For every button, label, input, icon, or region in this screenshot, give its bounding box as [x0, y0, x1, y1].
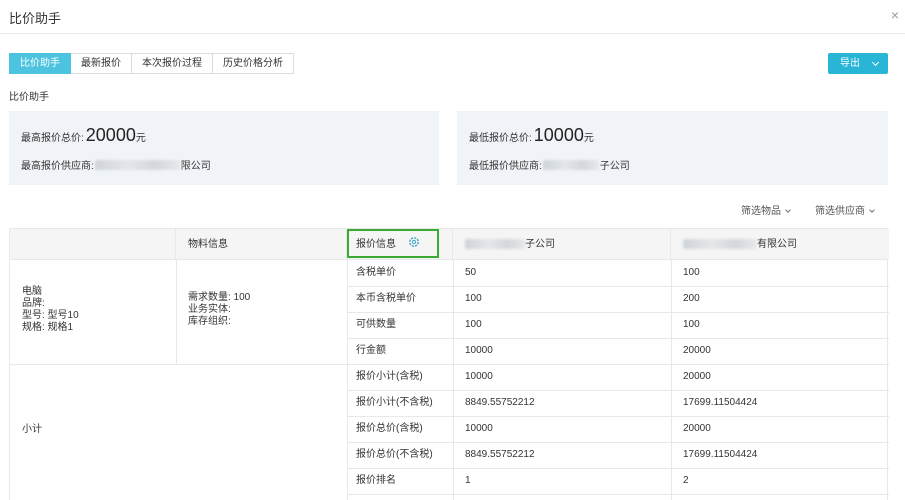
item-name: 电脑	[22, 286, 42, 297]
filter-supplier-label: 筛选供应商	[815, 206, 865, 217]
supplier-b-value: 20000	[683, 423, 711, 434]
redacted-supplier-name	[542, 159, 599, 170]
header-supplier-a: 子公司	[453, 229, 671, 260]
lowest-supplier-suffix: 子公司	[599, 161, 630, 172]
supplier-a-value: 10000	[465, 371, 493, 382]
close-icon[interactable]: ×	[891, 8, 899, 22]
row-label: 报价总价(含税)	[356, 423, 423, 434]
highest-total-unit: 元	[135, 133, 146, 144]
grid-line	[347, 286, 889, 287]
dialog-header: 比价助手 ×	[0, 0, 905, 34]
redacted-supplier-name	[683, 239, 757, 250]
row-label: 含税单价	[356, 267, 396, 278]
item-model: 型号: 型号10	[22, 310, 79, 321]
lowest-total-value: 10000	[533, 125, 584, 145]
supplier-b-value: 20000	[683, 345, 711, 356]
row-label: 本币含税单价	[356, 293, 416, 304]
supplier-a-value: 8849.55752212	[465, 449, 535, 460]
export-button-label: 导出	[840, 58, 860, 69]
supplier-b-value: 2	[683, 475, 689, 486]
dialog-title: 比价助手	[9, 11, 62, 26]
grid-line	[176, 260, 177, 364]
supplier-a-value: 1	[465, 475, 471, 486]
filter-material-label: 筛选物品	[741, 206, 781, 217]
quote-info-header-highlight	[347, 229, 439, 258]
item-info: 电脑 品牌: 型号: 型号10 规格: 规格1	[22, 286, 79, 334]
chevron-down-icon	[785, 207, 791, 213]
header-supplier-b: 有限公司	[671, 229, 889, 260]
item-spec: 规格: 规格1	[22, 322, 74, 333]
gear-icon[interactable]	[408, 236, 420, 248]
row-label: 报价排名	[356, 475, 396, 486]
supplier-a-value: 100	[465, 319, 482, 330]
grid-line	[347, 468, 889, 469]
chevron-down-icon	[871, 58, 880, 67]
highest-supplier-suffix: 限公司	[180, 161, 211, 172]
tab-history-analysis[interactable]: 历史价格分析	[213, 53, 294, 74]
supplier-a-value: 50	[465, 267, 477, 278]
lowest-total-label: 最低报价总价:	[469, 133, 532, 144]
row-label: 可供数量	[356, 319, 396, 330]
highest-total-label: 最高报价总价:	[21, 133, 84, 144]
export-button[interactable]: 导出	[828, 53, 888, 74]
comparison-table: 物料信息 报价信息 子公司 有限公司 电脑 品牌: 型号: 型号10 规格: 规…	[9, 228, 889, 500]
supplier-a-value: 10000	[465, 345, 493, 356]
row-label: 报价小计(含税)	[356, 371, 423, 382]
row-label: 行金额	[356, 345, 386, 356]
supplier-b-value: 200	[683, 293, 700, 304]
tab-bar: 比价助手 最新报价 本次报价过程 历史价格分析	[9, 53, 294, 74]
lowest-total-unit: 元	[583, 133, 594, 144]
tab-quote-process[interactable]: 本次报价过程	[132, 53, 213, 74]
supplier-b-value: 17699.11504424	[683, 449, 758, 460]
tab-latest-quote[interactable]: 最新报价	[71, 53, 132, 74]
lowest-supplier-label: 最低报价供应商:	[469, 161, 542, 172]
grid-line	[10, 364, 889, 365]
supplier-b-value: 20000	[683, 371, 711, 382]
row-label: 报价小计(不含税)	[356, 397, 433, 408]
supplier-a-value: 10000	[465, 423, 493, 434]
filter-material-dropdown[interactable]: 筛选物品	[741, 202, 791, 217]
highest-total-value: 20000	[85, 125, 136, 145]
redacted-supplier-name	[94, 159, 180, 170]
highest-quote-card: 最高报价总价: 20000 元 最高报价供应商: 限公司	[9, 111, 439, 185]
tab-price-assistant[interactable]: 比价助手	[9, 53, 71, 74]
grid-line	[671, 260, 672, 500]
lowest-quote-card: 最低报价总价: 10000 元 最低报价供应商: 子公司	[457, 111, 888, 185]
chevron-down-icon	[869, 207, 875, 213]
grid-line	[347, 260, 348, 500]
filter-supplier-dropdown[interactable]: 筛选供应商	[815, 202, 875, 217]
grid-line	[453, 260, 454, 500]
grid-line	[347, 338, 889, 339]
supplier-a-value: 100	[465, 293, 482, 304]
supplier-b-value: 100	[683, 319, 700, 330]
supplier-a-value: 8849.55752212	[465, 397, 535, 408]
header-item	[10, 229, 176, 260]
grid-line	[347, 494, 889, 495]
item-brand: 品牌:	[22, 298, 45, 309]
material-org: 库存组织:	[188, 316, 231, 327]
section-label: 比价助手	[9, 92, 49, 103]
row-label: 报价总价(不含税)	[356, 449, 433, 460]
material-qty: 需求数量: 100	[188, 292, 251, 303]
grid-line	[347, 416, 889, 417]
material-entity: 业务实体:	[188, 304, 231, 315]
grid-line	[347, 312, 889, 313]
supplier-b-value: 100	[683, 267, 700, 278]
highest-supplier-label: 最高报价供应商:	[21, 161, 94, 172]
supplier-b-value: 17699.11504424	[683, 397, 758, 408]
material-info: 需求数量: 100 业务实体: 库存组织:	[188, 292, 250, 328]
subtotal-label: 小计	[22, 424, 42, 435]
header-material-info: 物料信息	[176, 229, 347, 260]
redacted-supplier-name	[465, 239, 525, 250]
